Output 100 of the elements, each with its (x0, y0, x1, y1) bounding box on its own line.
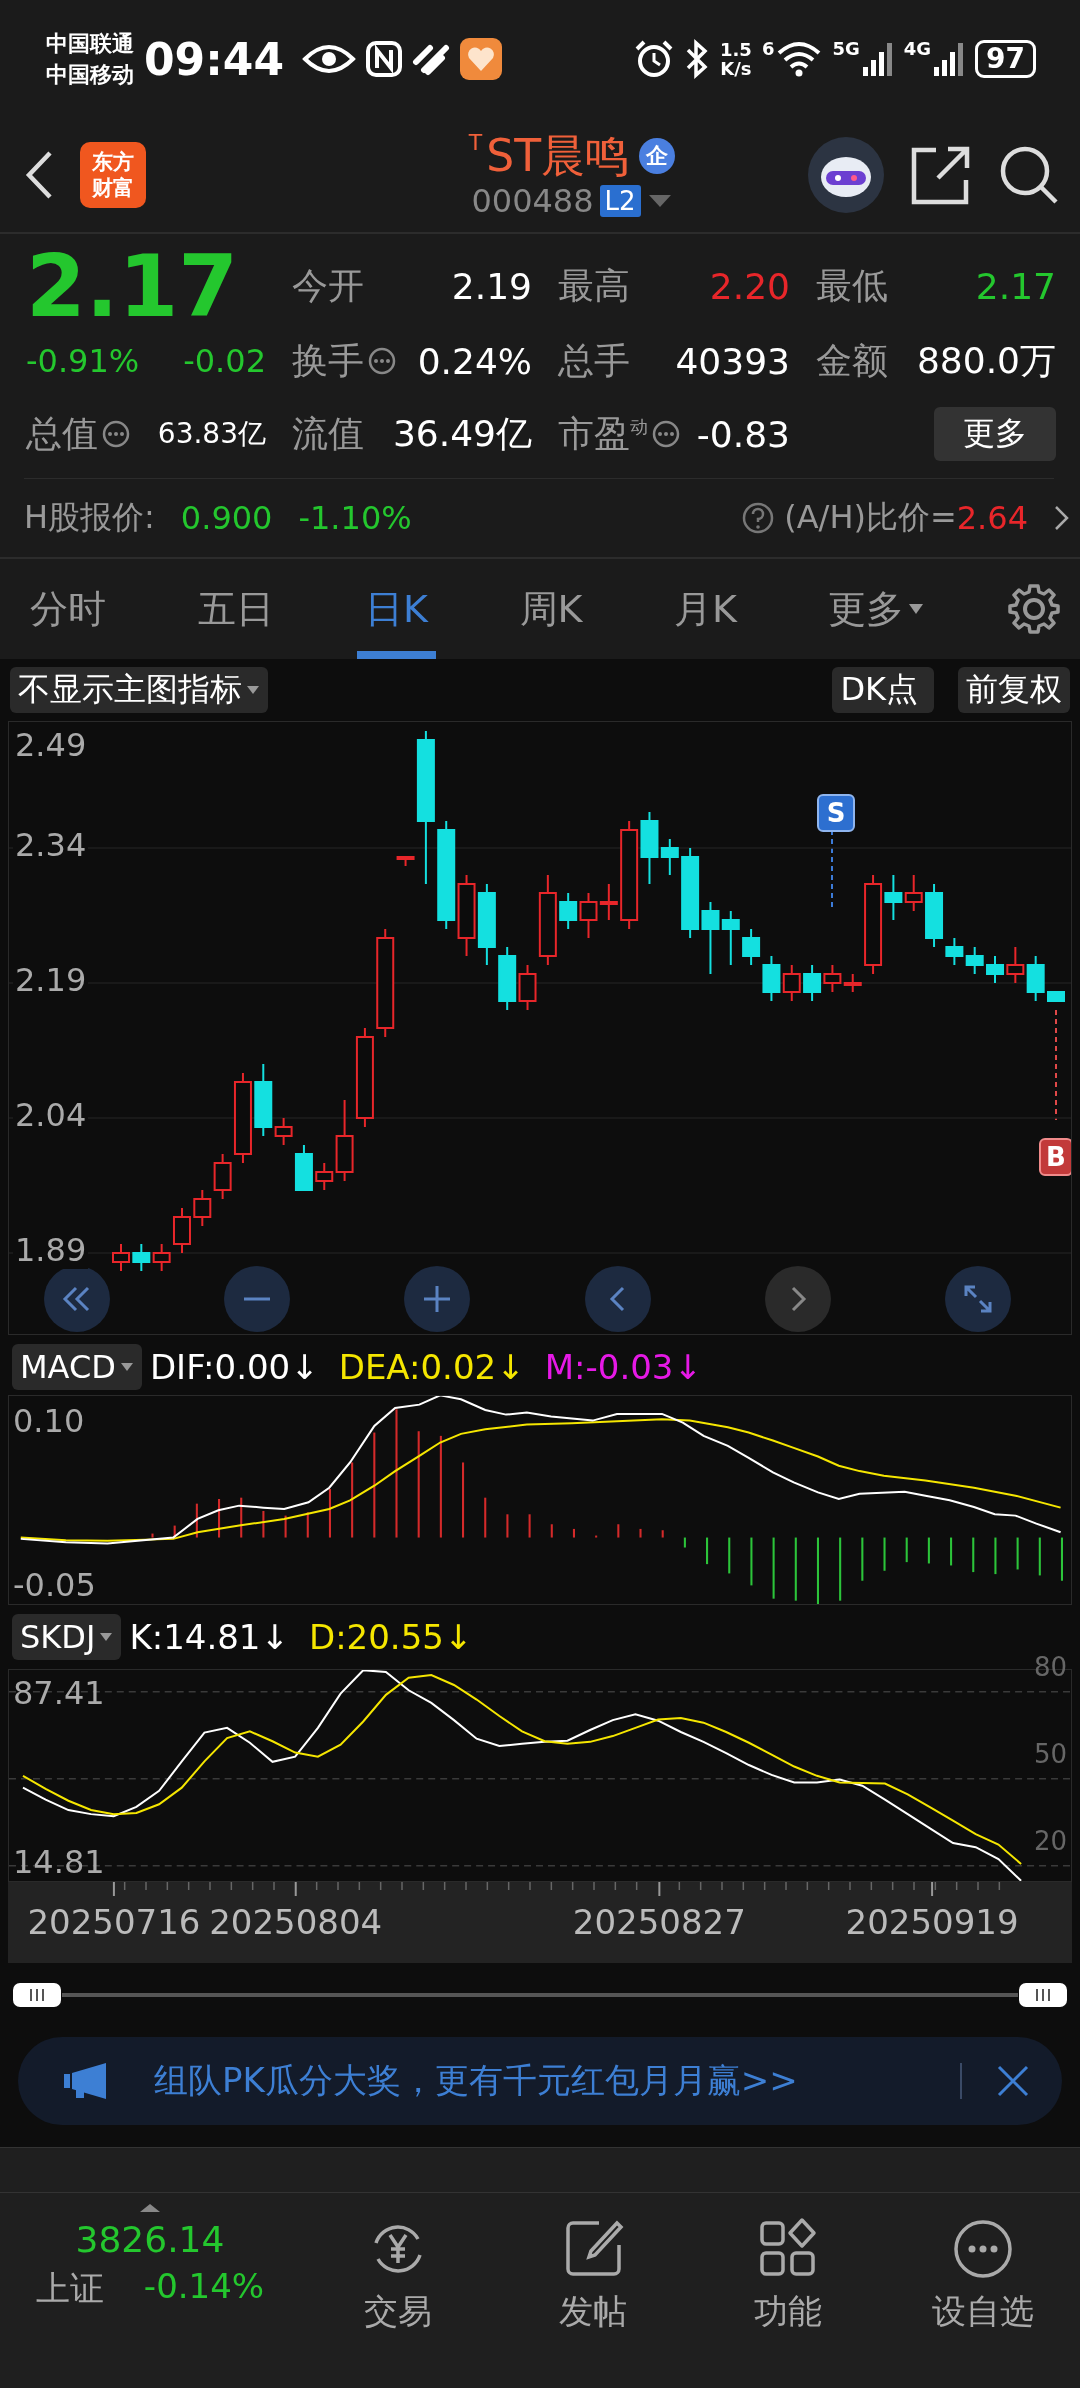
nav-item[interactable]: 发帖 (495, 2203, 690, 2336)
change-amount: -0.02 (183, 342, 266, 380)
indicator-readout: DEA:0.02↓ (338, 1347, 525, 1387)
double-left-icon[interactable] (44, 1266, 110, 1332)
macd-dropdown[interactable]: MACD (12, 1344, 142, 1390)
histogram-bar (306, 1512, 309, 1538)
indicator-readout: DIF:0.00↓ (149, 1347, 319, 1387)
level-badge: L2 (599, 185, 641, 217)
change-percent: -0.91% (26, 342, 140, 380)
period-tab[interactable]: 更多 (820, 559, 933, 659)
candle (1026, 955, 1045, 1002)
chevron-left-icon[interactable] (584, 1266, 651, 1332)
index-change: -0.14% (143, 2266, 265, 2308)
stat-value: 63.83亿 (157, 416, 266, 452)
histogram-bar (617, 1524, 620, 1538)
candle (559, 892, 578, 930)
clock-time: 09:44 (144, 33, 285, 85)
sell-marker: S (817, 794, 855, 832)
settings-icon[interactable] (1007, 583, 1060, 635)
caret-up-icon[interactable] (139, 2203, 161, 2213)
period-tab[interactable]: 五日 (189, 559, 282, 659)
histogram-bar (240, 1497, 243, 1538)
ah-ratio-value: 2.64 (956, 499, 1028, 537)
indicator-readout: D:20.55↓ (308, 1617, 473, 1657)
indicator-readout: K:14.81↓ (129, 1617, 289, 1657)
stat-label: 总手 (558, 338, 630, 383)
skdj-axis-label: 87.41 (13, 1674, 105, 1712)
caret-icon (99, 1632, 114, 1642)
histogram-bar (151, 1533, 154, 1538)
chevron-right-icon[interactable] (1054, 504, 1070, 532)
histogram-bar (595, 1535, 598, 1538)
histogram-bar (572, 1528, 575, 1538)
index-value: 3826.14 (75, 2219, 225, 2260)
link-icon (412, 42, 451, 76)
candle (904, 874, 923, 912)
skdj-dropdown[interactable]: SKDJ (12, 1614, 122, 1660)
histogram-bar (816, 1537, 819, 1604)
histogram-bar (905, 1537, 908, 1563)
macd-axis-label: -0.05 (13, 1566, 96, 1604)
candle (721, 910, 740, 966)
zoom-in-icon[interactable] (404, 1266, 471, 1332)
candle (498, 946, 517, 1011)
caret-icon (908, 603, 925, 615)
stat-value: 36.49亿 (392, 411, 532, 456)
carrier-name: 中国移动 (46, 61, 134, 89)
period-tab[interactable]: 月K (665, 559, 745, 659)
signal-icon (861, 41, 894, 77)
chevron-right-icon[interactable] (764, 1266, 831, 1332)
stat-value: 0.24% (417, 340, 532, 382)
histogram-bar (683, 1537, 686, 1548)
histogram-bar (994, 1537, 997, 1575)
close-icon[interactable] (996, 2064, 1030, 2098)
candle (599, 883, 618, 921)
period-tab[interactable]: 分时 (22, 559, 114, 659)
promo-banner[interactable]: 组队PK瓜分大奖，更有千元红包月月赢>> (18, 2037, 1062, 2125)
candle (1047, 991, 1065, 1002)
histogram-bar (1038, 1537, 1041, 1576)
carrier-name: 中国联通 (46, 30, 134, 58)
adjust-button[interactable]: 前复权 (958, 667, 1070, 713)
period-tab[interactable]: 周K (511, 559, 591, 659)
back-icon[interactable] (24, 150, 54, 200)
share-icon[interactable] (910, 144, 972, 206)
candle (132, 1243, 151, 1272)
histogram-bar (262, 1510, 265, 1538)
skdj-axis-label: 14.81 (13, 1843, 105, 1881)
histogram-bar (218, 1499, 221, 1538)
histogram-bar (284, 1515, 287, 1538)
buy-marker: B (1039, 1138, 1071, 1176)
scroll-handle[interactable] (1018, 1982, 1068, 2008)
histogram-bar (750, 1537, 753, 1586)
candle (986, 955, 1004, 984)
histogram-bar (972, 1537, 975, 1573)
zoom-out-icon[interactable] (224, 1266, 291, 1332)
more-button[interactable]: 更多 (934, 407, 1056, 461)
indicator-dropdown[interactable]: 不显示主图指标 (10, 667, 268, 713)
histogram-bar (639, 1528, 642, 1538)
h-share-price: 0.900 (180, 499, 273, 537)
histogram-bar (173, 1525, 176, 1538)
dk-point-button[interactable]: DK点 (832, 667, 934, 713)
candle (173, 1207, 191, 1254)
search-icon[interactable] (998, 144, 1060, 206)
help-icon[interactable] (742, 502, 775, 534)
stat-label: 最低 (816, 263, 888, 308)
histogram-bar (328, 1489, 331, 1538)
caret-icon[interactable] (646, 193, 673, 209)
histogram-bar (706, 1537, 709, 1565)
h-share-change: -1.10% (298, 499, 412, 537)
scroll-handle[interactable] (12, 1982, 62, 2008)
date-axis-label: 20250827 (572, 1902, 746, 1942)
nav-item[interactable]: 设自选 (885, 2203, 1080, 2336)
stat-value: 2.20 (709, 265, 790, 307)
expand-icon[interactable] (944, 1266, 1011, 1332)
wifi-label: 6 (761, 38, 775, 59)
nfc-icon (366, 41, 403, 77)
date-axis-label: 20250716 (27, 1902, 201, 1942)
histogram-bar (728, 1537, 731, 1574)
nav-item[interactable]: 功能 (690, 2203, 885, 2336)
network-type: 5G (832, 38, 860, 59)
nav-item[interactable]: 交易 (300, 2203, 495, 2336)
robot-avatar-icon[interactable] (808, 137, 884, 213)
